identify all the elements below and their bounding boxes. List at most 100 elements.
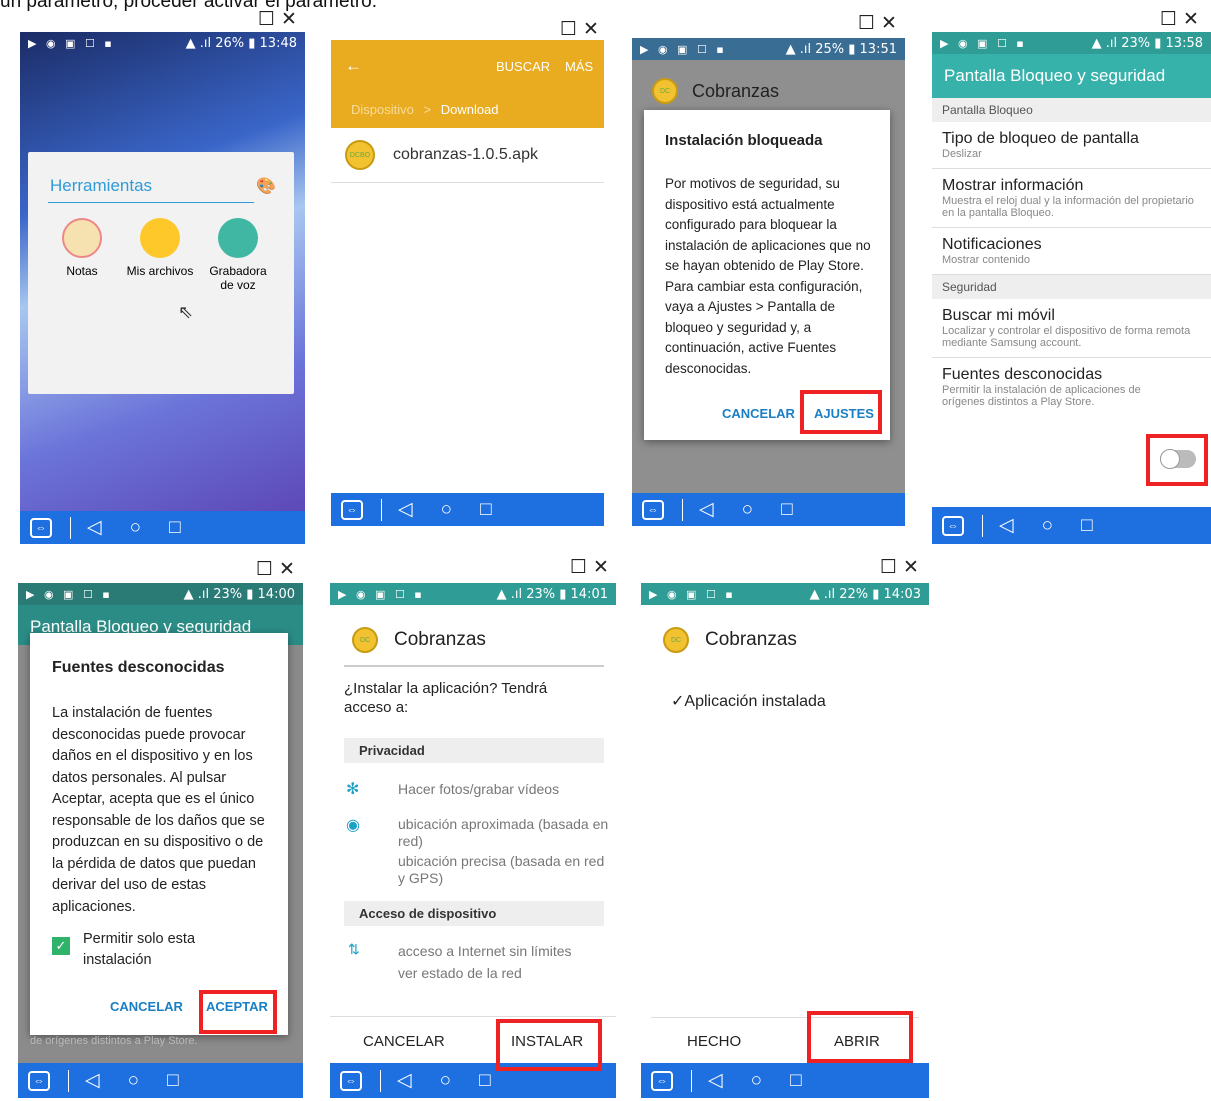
breadcrumb: Dispositivo > Download (351, 102, 499, 117)
notes-icon[interactable] (62, 218, 102, 258)
back-arrow-icon[interactable]: ← (345, 56, 362, 76)
status-bar: ▶ ◉ ▣ ☐ ▪ ▲ .ıl 23% ▮ 13:58 (932, 32, 1211, 54)
window-controls[interactable]: ☐✕ (858, 12, 903, 34)
microphone-icon[interactable] (218, 218, 258, 258)
status-bar: ▶ ◉ ▣ ☐ ▪ ▲ .ıl 23% ▮ 14:00 (18, 583, 303, 605)
nav-bar: ⇔ ◁ ○ □ (331, 493, 604, 526)
app-header: DC Cobranzas (652, 78, 779, 104)
caption-text: un parámetro, proceder activar el paráme… (0, 0, 378, 12)
checkbox-checked-icon[interactable]: ✓ (52, 937, 70, 955)
recent-button[interactable]: □ (167, 1070, 178, 1092)
cursor-icon: ⇖ (178, 302, 194, 322)
app-header: DC Cobranzas (663, 627, 797, 653)
palette-icon[interactable]: 🎨 (256, 176, 276, 196)
apk-icon: DC (663, 627, 689, 653)
recent-button[interactable]: □ (1081, 515, 1092, 537)
app-label-notas[interactable]: Notas (52, 264, 112, 278)
section-privacy: Privacidad (344, 738, 604, 763)
status-bar: ▶ ◉ ▣ ☐ ▪ ▲ .ıl 23% ▮ 14:01 (330, 583, 616, 605)
app-label-grabadora[interactable]: Grabadora de voz (208, 264, 268, 292)
teamviewer-icon[interactable]: ⇔ (642, 499, 664, 520)
recent-button[interactable]: □ (790, 1070, 801, 1092)
setting-lock-type[interactable]: Tipo de bloqueo de pantalla Deslizar (932, 122, 1211, 169)
file-row[interactable]: DCBO cobranzas-1.0.5.apk (331, 128, 604, 183)
app-name: Cobranzas (705, 629, 797, 650)
teamviewer-icon[interactable]: ⇔ (30, 517, 52, 538)
highlight-toggle (1146, 434, 1208, 486)
folder-icon[interactable] (140, 218, 180, 258)
app-header: ← BUSCAR MÁS Dispositivo > Download (331, 40, 604, 128)
window-controls[interactable]: ☐✕ (1160, 8, 1205, 30)
recent-button[interactable]: □ (480, 499, 491, 521)
home-button[interactable]: ○ (130, 517, 141, 539)
highlight-settings (800, 390, 882, 434)
window-controls[interactable]: ☐✕ (258, 8, 303, 30)
teamviewer-icon[interactable]: ⇔ (340, 1070, 362, 1091)
section-header: Seguridad (932, 275, 1211, 299)
network-arrows-icon: ⇅ (348, 941, 360, 957)
recent-button[interactable]: □ (479, 1070, 490, 1092)
nav-bar: ⇔ ◁ ○ □ (641, 1063, 929, 1098)
setting-notifications[interactable]: Notificaciones Mostrar contenido (932, 228, 1211, 275)
more-button[interactable]: MÁS (565, 59, 593, 74)
setting-show-info[interactable]: Mostrar información Muestra el reloj dual… (932, 169, 1211, 228)
home-button[interactable]: ○ (441, 499, 452, 521)
setting-find-mobile[interactable]: Buscar mi móvil Localizar y controlar el … (932, 299, 1211, 358)
home-button[interactable]: ○ (751, 1070, 762, 1092)
window-controls[interactable]: ☐✕ (570, 556, 615, 578)
back-button[interactable]: ◁ (397, 1069, 412, 1092)
window-controls[interactable]: ☐✕ (560, 18, 605, 40)
nav-bar: ⇔ ◁ ○ □ (932, 507, 1211, 544)
status-bar: ▶ ◉ ▣ ☐ ▪ ▲ .ıl 25% ▮ 13:51 (632, 38, 905, 60)
back-button[interactable]: ◁ (699, 498, 714, 521)
home-button[interactable]: ○ (742, 499, 753, 521)
teamviewer-icon[interactable]: ⇔ (341, 499, 363, 520)
teamviewer-icon[interactable]: ⇔ (942, 515, 964, 536)
back-button[interactable]: ◁ (708, 1069, 723, 1092)
cancel-button[interactable]: CANCELAR (110, 999, 183, 1014)
highlight-open (807, 1011, 913, 1063)
highlight-accept (199, 990, 277, 1034)
app-name: Cobranzas (692, 80, 780, 101)
checkmark-icon: ✓ (671, 693, 685, 710)
nav-bar: ⇔ ◁ ○ □ (18, 1063, 303, 1098)
perm-location-precise: ubicación precisa (basada en red y GPS) (398, 853, 605, 886)
apk-icon: DCBO (345, 140, 375, 170)
back-button[interactable]: ◁ (87, 516, 102, 539)
teamviewer-icon[interactable]: ⇔ (28, 1070, 50, 1091)
recent-button[interactable]: □ (169, 517, 180, 539)
perm-network-state: ver estado de la red (398, 965, 522, 981)
apk-icon: DC (652, 78, 678, 104)
perm-internet: acceso a Internet sin límites (398, 943, 572, 959)
file-name[interactable]: cobranzas-1.0.5.apk (393, 146, 538, 164)
back-button[interactable]: ◁ (398, 498, 413, 521)
done-button[interactable]: HECHO (687, 1033, 741, 1050)
checkbox-label[interactable]: Permitir solo esta instalación (83, 929, 223, 971)
dialog-body: La instalación de fuentes desconocidas p… (52, 705, 265, 915)
phone-file-manager: ← BUSCAR MÁS Dispositivo > Download DCBO… (331, 40, 604, 526)
cancel-button[interactable]: CANCELAR (363, 1033, 445, 1050)
teamviewer-icon[interactable]: ⇔ (651, 1070, 673, 1091)
setting-unknown-sources[interactable]: Fuentes desconocidas Permitir la instalac… (932, 358, 1211, 416)
dialog-title: Instalación bloqueada (665, 132, 823, 149)
cancel-button[interactable]: CANCELAR (722, 406, 795, 421)
home-button[interactable]: ○ (440, 1070, 451, 1092)
search-button[interactable]: BUSCAR (496, 59, 550, 74)
apk-icon: DC (352, 627, 378, 653)
window-controls[interactable]: ☐✕ (256, 558, 301, 580)
section-header: Pantalla Bloqueo (932, 98, 1211, 122)
window-controls[interactable]: ☐✕ (880, 556, 925, 578)
folder-title: Herramientas (50, 176, 153, 195)
nav-bar: ⇔ ◁ ○ □ (20, 511, 305, 544)
bg-footer: de orígenes distintos a Play Store. (30, 1035, 198, 1047)
section-device: Acceso de dispositivo (344, 901, 604, 926)
home-button[interactable]: ○ (1042, 515, 1053, 537)
back-button[interactable]: ◁ (85, 1069, 100, 1092)
highlight-install (496, 1019, 602, 1071)
installed-message: ✓Aplicación instalada (671, 693, 826, 710)
app-label-archivos[interactable]: Mis archivos (120, 264, 200, 278)
home-button[interactable]: ○ (128, 1070, 139, 1092)
back-button[interactable]: ◁ (999, 514, 1014, 537)
location-icon: ◉ (346, 817, 360, 834)
recent-button[interactable]: □ (781, 499, 792, 521)
